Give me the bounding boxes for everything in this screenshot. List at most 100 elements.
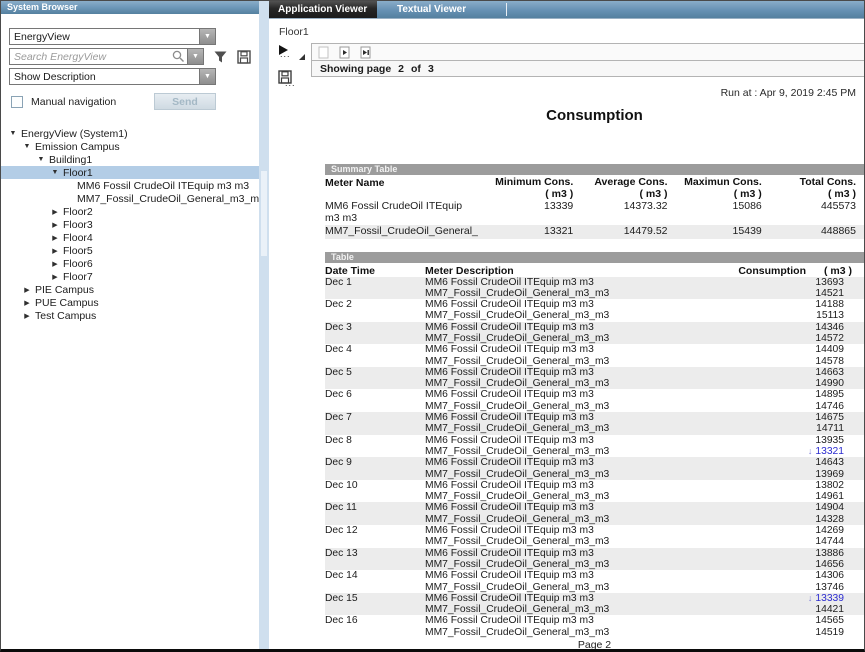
run-report-button[interactable]: ...: [279, 45, 309, 61]
meter-description-cell: MM6 Fossil CrudeOil ITEquip m3 m3: [425, 389, 714, 400]
consumption-cell: 15113: [714, 310, 864, 321]
tree-item-floor6[interactable]: ▶Floor6: [1, 257, 259, 270]
magnifier-icon[interactable]: [172, 49, 187, 64]
collapsed-arrow-icon[interactable]: ▶: [49, 234, 61, 242]
detail-table-row: MM7_Fossil_CrudeOil_General_m3_m314421: [325, 604, 864, 615]
last-page-icon[interactable]: [360, 46, 372, 59]
tree-item-energyview-system1[interactable]: ▼EnergyView (System1): [1, 127, 259, 140]
panel-splitter[interactable]: [259, 1, 269, 649]
detail-date-group: Dec 16MM6 Fossil CrudeOil ITEquip m3 m31…: [325, 615, 864, 638]
tree-item-label: Floor3: [63, 219, 93, 231]
consumption-cell: 13802: [714, 480, 864, 491]
viewer-panel: Application Viewer Textual Viewer Floor1…: [269, 1, 864, 649]
chevron-down-icon[interactable]: ▼: [199, 29, 215, 44]
detail-date-group: Dec 4MM6 Fossil CrudeOil ITEquip m3 m314…: [325, 344, 864, 367]
tree-item-building1[interactable]: ▼Building1: [1, 153, 259, 166]
consumption-cell: 14328: [714, 514, 864, 525]
consumption-cell: 14572: [714, 333, 864, 344]
consumption-cell: 14269: [714, 525, 864, 536]
meter-description-cell: MM7_Fossil_CrudeOil_General_m3_m3: [425, 604, 714, 615]
pager-toolbar: [311, 43, 864, 61]
tree-item-floor2[interactable]: ▶Floor2: [1, 205, 259, 218]
date-cell: [325, 514, 425, 525]
min-value-arrow-icon: ↓: [808, 446, 813, 456]
system-browser-panel: System Browser EnergyView ▼ ▼: [1, 1, 259, 649]
tree-item-mm7-fossil-crudeoil-general-m3-m3[interactable]: MM7_Fossil_CrudeOil_General_m3_m3: [1, 192, 259, 205]
tree-item-floor5[interactable]: ▶Floor5: [1, 244, 259, 257]
detail-table-row: MM7_Fossil_CrudeOil_General_m3_m3↓13321: [325, 446, 864, 457]
manual-navigation-checkbox[interactable]: [11, 96, 23, 108]
consumption-cell: 14409: [714, 344, 864, 355]
detail-table-row: MM7_Fossil_CrudeOil_General_m3_m314328: [325, 514, 864, 525]
date-cell: Dec 5: [325, 367, 425, 378]
tree-item-mm6-fossil-crudeoil-itequip-m3-m3[interactable]: MM6 Fossil CrudeOil ITEquip m3 m3: [1, 179, 259, 192]
tree-item-label: PIE Campus: [35, 284, 94, 296]
detail-date-group: Dec 10MM6 Fossil CrudeOil ITEquip m3 m31…: [325, 480, 864, 503]
tree-item-pue-campus[interactable]: ▶PUE Campus: [1, 296, 259, 309]
page-footer: Page 2: [325, 639, 864, 649]
consumption-cell: 14663: [714, 367, 864, 378]
tab-textual-viewer[interactable]: Textual Viewer: [377, 1, 506, 18]
expanded-arrow-icon[interactable]: ▼: [35, 156, 47, 163]
date-cell: Dec 8: [325, 435, 425, 446]
tree-item-pie-campus[interactable]: ▶PIE Campus: [1, 283, 259, 296]
next-page-icon[interactable]: [339, 46, 351, 59]
collapsed-arrow-icon[interactable]: ▶: [49, 208, 61, 216]
description-mode-combo[interactable]: Show Description ▼: [9, 68, 216, 85]
value-cell: 14373.32: [573, 200, 667, 213]
search-input[interactable]: [10, 49, 172, 64]
system-selector-combo[interactable]: EnergyView ▼: [9, 28, 216, 45]
meter-description-cell: MM7_Fossil_CrudeOil_General_m3_m3: [425, 310, 714, 321]
tree-item-test-campus[interactable]: ▶Test Campus: [1, 309, 259, 322]
consumption-cell: 13969: [714, 469, 864, 480]
tree-item-floor1[interactable]: ▼Floor1: [1, 166, 259, 179]
tree-item-floor4[interactable]: ▶Floor4: [1, 231, 259, 244]
expanded-arrow-icon[interactable]: ▼: [49, 169, 61, 176]
date-cell: [325, 491, 425, 502]
tree-item-floor7[interactable]: ▶Floor7: [1, 270, 259, 283]
meter-description-cell: MM7_Fossil_CrudeOil_General_m3_m3: [425, 423, 714, 434]
date-cell: Dec 11: [325, 502, 425, 513]
tree-item-floor3[interactable]: ▶Floor3: [1, 218, 259, 231]
tab-separator: [506, 3, 507, 16]
collapsed-arrow-icon[interactable]: ▶: [49, 247, 61, 255]
detail-date-group: Dec 2MM6 Fossil CrudeOil ITEquip m3 m314…: [325, 299, 864, 322]
collapsed-arrow-icon[interactable]: ▶: [49, 221, 61, 229]
meter-description-cell: MM6 Fossil CrudeOil ITEquip m3 m3: [425, 615, 714, 626]
tree-item-label: Building1: [49, 154, 92, 166]
collapsed-arrow-icon[interactable]: ▶: [49, 260, 61, 268]
collapsed-arrow-icon[interactable]: ▶: [21, 286, 33, 294]
tree-item-label: Floor2: [63, 206, 93, 218]
search-chevron-down-icon[interactable]: ▼: [187, 49, 203, 64]
paging-prefix: Showing page: [320, 63, 391, 75]
report-title: Consumption: [325, 107, 864, 124]
chevron-down-icon[interactable]: ▼: [199, 69, 215, 84]
consumption-cell: 13746: [714, 582, 864, 593]
send-button[interactable]: Send: [154, 93, 216, 110]
tab-application-viewer[interactable]: Application Viewer: [269, 1, 377, 18]
detail-date-group: Dec 5MM6 Fossil CrudeOil ITEquip m3 m314…: [325, 367, 864, 390]
save-filter-icon[interactable]: [237, 50, 251, 64]
summary-col-average-cons: Average Cons.( m3 ): [573, 177, 667, 200]
run-dots: ...: [280, 49, 291, 59]
date-cell: [325, 401, 425, 412]
collapsed-arrow-icon[interactable]: ▶: [49, 273, 61, 281]
save-report-button[interactable]: ...: [278, 70, 300, 88]
consumption-cell: 13693: [714, 277, 864, 288]
tree-item-emission-campus[interactable]: ▼Emission Campus: [1, 140, 259, 153]
filter-icon[interactable]: [213, 50, 228, 64]
viewer-gutter: ... ...: [269, 45, 311, 88]
collapsed-arrow-icon[interactable]: ▶: [21, 299, 33, 307]
consumption-cell: 14306: [714, 570, 864, 581]
date-cell: [325, 559, 425, 570]
collapsed-arrow-icon[interactable]: ▶: [21, 312, 33, 320]
expanded-arrow-icon[interactable]: ▼: [7, 130, 19, 137]
description-mode-value: Show Description: [10, 69, 199, 84]
first-page-icon[interactable]: [318, 46, 330, 59]
system-selector-value: EnergyView: [10, 29, 199, 44]
date-cell: Dec 1: [325, 277, 425, 288]
expanded-arrow-icon[interactable]: ▼: [21, 143, 33, 150]
summary-col-unit: ( m3 ): [479, 189, 573, 201]
paging-of: of: [411, 63, 421, 75]
detail-date-group: Dec 9MM6 Fossil CrudeOil ITEquip m3 m314…: [325, 457, 864, 480]
